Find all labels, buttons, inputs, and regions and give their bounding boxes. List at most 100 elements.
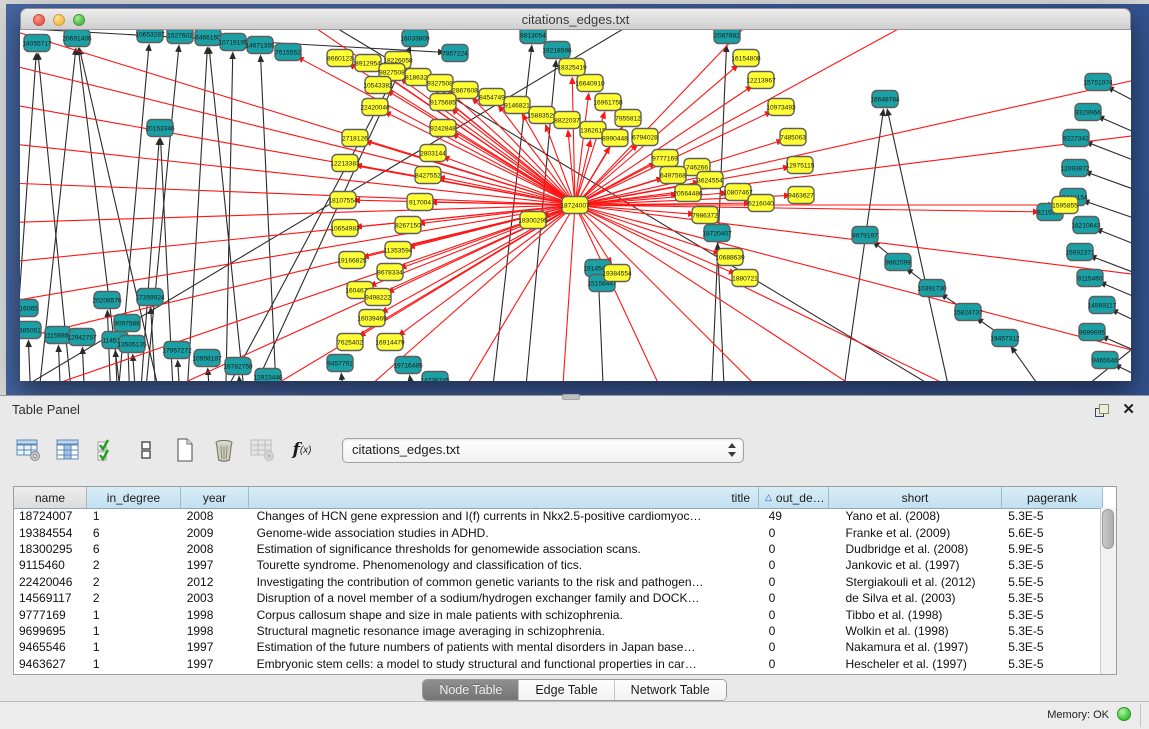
table-row[interactable]: 1456911722003Disruption of a novel membe…: [14, 590, 1101, 606]
graph-node[interactable]: 15692371: [1065, 244, 1095, 261]
graph-node[interactable]: 9465546: [1092, 352, 1118, 369]
graph-node[interactable]: 18720407: [702, 225, 732, 242]
graph-node[interactable]: 20206576: [92, 292, 122, 309]
table-row[interactable]: 2242004622012Investigating the contribut…: [14, 574, 1101, 590]
graph-node[interactable]: 19457312: [990, 330, 1020, 347]
table-row[interactable]: 946362711997Embryonic stem cells: a mode…: [14, 656, 1101, 672]
graph-node[interactable]: 6466160: [195, 30, 221, 46]
graph-node[interactable]: 16640910: [575, 75, 605, 92]
graph-node[interactable]: 18724007: [560, 197, 590, 214]
graph-node[interactable]: 15883520: [527, 107, 557, 124]
new-table-icon[interactable]: [172, 437, 198, 463]
graph-node[interactable]: 9242848: [430, 120, 456, 137]
column-header-title[interactable]: title: [249, 487, 759, 508]
graph-node[interactable]: 10958187: [192, 350, 222, 367]
graph-node[interactable]: 20153346: [145, 120, 175, 137]
graph-node[interactable]: 10973493: [766, 99, 796, 116]
graph-node[interactable]: 9457791: [327, 355, 353, 372]
graph-node[interactable]: 8679197: [852, 227, 878, 244]
graph-node[interactable]: 18325419: [557, 59, 587, 76]
network-window[interactable]: citations_edges.txt 14055717 20691406 1065…: [20, 8, 1131, 381]
graph-node[interactable]: 8660123: [327, 50, 353, 67]
graph-node[interactable]: 9327508: [427, 75, 453, 92]
graph-node[interactable]: 8678334: [377, 264, 403, 281]
graph-node[interactable]: 1595855: [1052, 197, 1078, 214]
graph-node[interactable]: 12093872: [1060, 160, 1090, 177]
graph-node[interactable]: 12213967: [746, 72, 776, 89]
graph-node[interactable]: 10391730: [917, 280, 947, 297]
graph-node[interactable]: 7485063: [780, 129, 806, 146]
graph-node[interactable]: 8822037: [554, 112, 580, 129]
graph-node[interactable]: 9097588: [114, 315, 140, 332]
graph-node[interactable]: 2718126: [342, 130, 368, 147]
graph-node[interactable]: 8912954: [355, 55, 381, 72]
column-header-name[interactable]: name: [14, 487, 87, 508]
vertical-scrollbar[interactable]: [1100, 508, 1116, 674]
graph-node[interactable]: 2516065: [20, 300, 38, 317]
graph-node[interactable]: 7615552: [275, 44, 301, 61]
graph-node[interactable]: 8813054: [520, 30, 546, 44]
float-panel-icon[interactable]: [1095, 404, 1109, 417]
graph-node[interactable]: 9227342: [1063, 130, 1089, 147]
column-header-year[interactable]: year: [181, 487, 249, 508]
tab-network-table[interactable]: Network Table: [615, 680, 726, 700]
graph-node[interactable]: 16914479: [375, 334, 405, 351]
network-window-titlebar[interactable]: citations_edges.txt: [20, 8, 1131, 30]
graph-node[interactable]: 16961758: [593, 94, 623, 111]
table-select-dropdown[interactable]: citations_edges.txt: [342, 438, 744, 463]
function-builder-icon[interactable]: f(x): [289, 437, 315, 463]
graph-node[interactable]: 2803144: [420, 145, 446, 162]
graph-node[interactable]: 3624554: [697, 172, 723, 189]
graph-node[interactable]: 9329966: [1075, 104, 1101, 121]
graph-node[interactable]: 6216040: [748, 195, 774, 212]
import-table-icon[interactable]: [250, 437, 276, 463]
graph-node[interactable]: 19716485: [393, 357, 423, 374]
graph-node[interactable]: 10543382: [363, 77, 393, 94]
graph-node[interactable]: 2087682: [714, 30, 740, 44]
tab-edge-table[interactable]: Edge Table: [519, 680, 614, 700]
tab-node-table[interactable]: Node Table: [423, 680, 519, 700]
graph-node[interactable]: 10719195: [218, 34, 248, 51]
graph-node[interactable]: 20691406: [62, 30, 92, 47]
graph-node[interactable]: 9498222: [365, 289, 391, 306]
graph-node[interactable]: 12975115: [786, 157, 815, 174]
graph-node[interactable]: 14671355: [245, 37, 275, 54]
select-rows-icon[interactable]: [94, 437, 120, 463]
graph-node[interactable]: 16648784: [870, 91, 900, 108]
graph-node[interactable]: 14569117: [1088, 297, 1117, 314]
graph-node[interactable]: 16210643: [1071, 217, 1101, 234]
graph-node[interactable]: 7857224: [442, 45, 468, 62]
graph-node[interactable]: 10688639: [715, 249, 745, 266]
column-chooser-icon[interactable]: [55, 437, 81, 463]
table-row[interactable]: 977716911998Corpus callosum shape and si…: [14, 606, 1101, 622]
graph-node[interactable]: 9175685: [430, 94, 456, 111]
graph-node[interactable]: 19218596: [542, 42, 572, 59]
graph-node[interactable]: 14055717: [22, 35, 52, 52]
table-settings-icon[interactable]: [16, 437, 42, 463]
graph-node[interactable]: 12942757: [67, 329, 97, 346]
column-header-out_de[interactable]: △out_de…: [759, 487, 829, 508]
graph-node[interactable]: 19166825: [337, 252, 367, 269]
graph-node[interactable]: 917004: [407, 194, 433, 211]
table-row[interactable]: 1938455462009Genome-wide association stu…: [14, 524, 1101, 540]
graph-node[interactable]: 20564486: [673, 185, 703, 202]
network-view-canvas[interactable]: 1405571720691406106532871527602646616010…: [20, 30, 1131, 381]
graph-node[interactable]: 7955812: [615, 110, 641, 127]
graph-node[interactable]: 9777169: [652, 150, 678, 167]
graph-node[interactable]: 1880721: [732, 270, 758, 287]
table-row[interactable]: 969969511998Structural magnetic resonanc…: [14, 623, 1101, 639]
column-header-pagerank[interactable]: pagerank: [1002, 487, 1103, 508]
scrollbar-thumb[interactable]: [1102, 509, 1114, 549]
graph-node[interactable]: 15824737: [953, 304, 983, 321]
graph-node[interactable]: 16154808: [731, 50, 761, 67]
graph-node[interactable]: 8427552: [415, 167, 441, 184]
graph-node[interactable]: 1385051: [20, 322, 41, 339]
graph-node[interactable]: 17359924: [135, 289, 165, 306]
graph-node[interactable]: 22420046: [360, 99, 390, 116]
graph-node[interactable]: 12213383: [330, 155, 360, 172]
graph-node[interactable]: 16782759: [223, 358, 253, 375]
graph-node[interactable]: 6497568: [660, 167, 686, 184]
graph-node[interactable]: 10653287: [135, 30, 165, 43]
graph-node[interactable]: 15751074: [1083, 74, 1113, 91]
graph-node[interactable]: 16039469: [357, 310, 387, 327]
